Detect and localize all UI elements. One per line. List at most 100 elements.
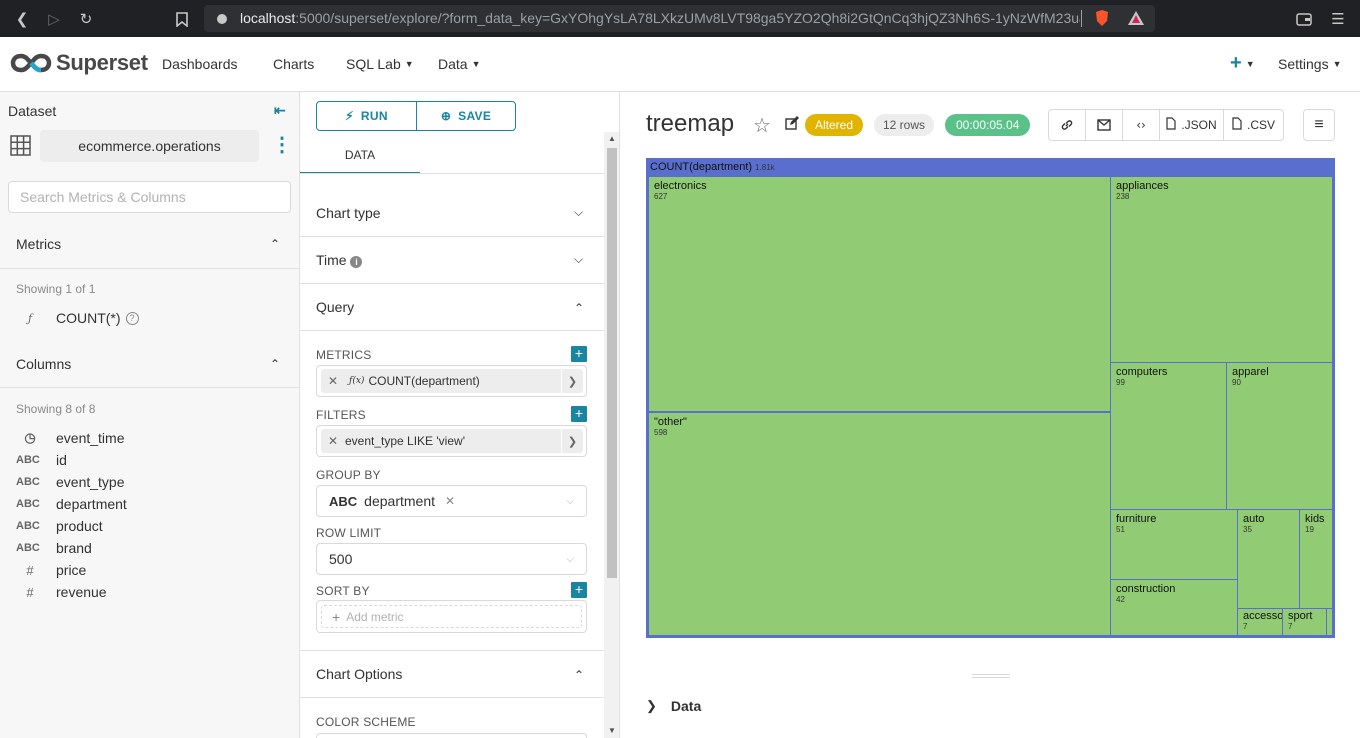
edit-icon[interactable] — [785, 116, 799, 134]
embed-code-icon[interactable]: ‹› — [1123, 110, 1160, 140]
metrics-header[interactable]: Metrics — [16, 236, 61, 252]
treemap-node[interactable]: electronics 627 — [648, 176, 1111, 412]
treemap-node[interactable]: accessories 7 — [1237, 608, 1283, 636]
plus-icon: + — [332, 608, 341, 625]
dataset-name[interactable]: ecommerce.operations — [40, 130, 259, 162]
query-section[interactable]: Query — [316, 299, 354, 315]
wallet-icon[interactable] — [1294, 9, 1314, 29]
treemap-node[interactable]: apparel 90 — [1226, 362, 1333, 510]
metric-item[interactable]: ƒ COUNT(*) ? — [16, 308, 139, 328]
nav-data[interactable]: Data ▼ — [438, 56, 481, 72]
forward-icon[interactable]: ▷ — [44, 9, 64, 29]
nav-charts[interactable]: Charts — [273, 56, 314, 72]
groupby-select[interactable]: ABC department ✕ ⌵ — [316, 485, 587, 517]
treemap-node-label: accessories — [1243, 610, 1283, 622]
treemap-node[interactable]: appliances 238 — [1110, 176, 1333, 363]
chevron-down-icon[interactable]: ⌵ — [574, 252, 583, 267]
time-section[interactable]: Time i — [316, 252, 363, 268]
chart-type-section[interactable]: Chart type — [316, 205, 381, 221]
filter-pill[interactable]: ✕ event_type LIKE 'view' ❯ — [321, 429, 583, 453]
chevron-right-icon[interactable]: ❯ — [561, 429, 583, 453]
reload-icon[interactable]: ↻ — [76, 9, 96, 29]
column-name: id — [56, 452, 67, 468]
treemap-root-name: COUNT(department) — [650, 161, 753, 173]
column-item-revenue[interactable]: # revenue — [16, 582, 106, 602]
treemap-node[interactable]: auto 35 — [1237, 509, 1300, 609]
brave-shield-icon[interactable] — [1092, 8, 1112, 28]
email-icon[interactable] — [1086, 110, 1123, 140]
chevron-up-icon[interactable]: ⌃ — [574, 668, 584, 682]
dataset-menu-icon[interactable]: ⋮ — [272, 132, 292, 157]
chevron-right-icon: ❯ — [646, 698, 657, 713]
superset-logo[interactable]: Superset — [10, 50, 148, 75]
add-metric-placeholder[interactable]: + Add metric — [321, 605, 582, 628]
add-sort-icon[interactable]: + — [571, 582, 587, 598]
brave-rewards-icon[interactable] — [1126, 8, 1146, 28]
metric-pill[interactable]: ✕ ƒ(x) COUNT(department) ❯ — [321, 369, 583, 393]
chevron-up-icon[interactable]: ⌃ — [574, 301, 584, 315]
settings-menu[interactable]: Settings ▼ — [1278, 56, 1342, 72]
export-json-button[interactable]: .JSON — [1160, 110, 1224, 140]
link-icon[interactable] — [1049, 110, 1086, 140]
altered-badge[interactable]: Altered — [805, 114, 864, 136]
treemap-node[interactable]: furniture 51 — [1110, 509, 1238, 580]
treemap-node[interactable]: computers 99 — [1110, 362, 1227, 510]
rowlimit-value: 500 — [329, 551, 353, 567]
control-panel: ⚡︎ RUN ⊕ SAVE DATA ▲ ▼ Chart type ⌵ Time i… — [300, 92, 620, 738]
remove-icon[interactable]: ✕ — [321, 434, 345, 448]
scroll-down-icon[interactable]: ▼ — [608, 726, 616, 735]
chart-title[interactable]: treemap — [646, 110, 734, 138]
filter-pill-label: event_type LIKE 'view' — [345, 434, 465, 448]
column-item-id[interactable]: ABC id — [16, 450, 67, 470]
color-scheme-select[interactable] — [316, 733, 587, 738]
time-label: Time — [316, 252, 347, 268]
caret-down-icon: ▼ — [1332, 59, 1342, 69]
new-item-button[interactable]: + ▼ — [1230, 52, 1255, 75]
column-item-price[interactable]: # price — [16, 560, 86, 580]
add-filter-icon[interactable]: + — [571, 406, 587, 422]
rowlimit-select[interactable]: 500 ⌵ — [316, 543, 587, 575]
run-button[interactable]: ⚡︎ RUN — [316, 101, 417, 131]
info-icon[interactable]: i — [350, 256, 363, 268]
column-item-product[interactable]: ABC product — [16, 516, 103, 536]
treemap-node[interactable]: "other" 598 — [648, 412, 1111, 636]
save-button[interactable]: ⊕ SAVE — [416, 101, 516, 131]
bookmark-icon[interactable] — [172, 9, 192, 29]
star-icon[interactable]: ☆ — [753, 113, 771, 138]
chart-options-section[interactable]: Chart Options — [316, 666, 402, 682]
browser-menu-icon[interactable]: ☰ — [1328, 9, 1348, 29]
control-panel-scrollbar[interactable]: ▲ ▼ — [604, 132, 619, 738]
export-csv-button[interactable]: .CSV — [1224, 110, 1283, 140]
chevron-up-icon[interactable]: ⌃ — [270, 237, 280, 251]
back-icon[interactable]: ❮ — [12, 9, 32, 29]
scroll-thumb[interactable] — [607, 148, 617, 578]
site-info-icon[interactable] — [212, 9, 232, 29]
column-item-department[interactable]: ABC department — [16, 494, 127, 514]
nav-dashboards[interactable]: Dashboards — [162, 56, 238, 72]
remove-icon[interactable]: ✕ — [321, 374, 345, 388]
column-item-event-time[interactable]: ◷ event_time — [16, 428, 124, 448]
data-section-toggle[interactable]: ❯ Data — [646, 698, 701, 714]
resize-handle[interactable] — [972, 674, 1010, 678]
column-item-event-type[interactable]: ABC event_type — [16, 472, 125, 492]
nav-sqllab[interactable]: SQL Lab ▼ — [346, 56, 414, 72]
chevron-right-icon[interactable]: ❯ — [561, 369, 583, 393]
treemap-node[interactable]: sport 7 — [1282, 608, 1327, 636]
chevron-down-icon[interactable]: ⌵ — [574, 205, 583, 220]
tab-data[interactable]: DATA — [300, 137, 420, 174]
treemap-node[interactable]: kids 19 — [1299, 509, 1333, 609]
collapse-panel-icon[interactable]: ⇤ — [274, 102, 286, 119]
column-item-brand[interactable]: ABC brand — [16, 538, 92, 558]
add-metric-icon[interactable]: + — [571, 346, 587, 362]
remove-icon[interactable]: ✕ — [445, 494, 455, 508]
scroll-up-icon[interactable]: ▲ — [608, 134, 616, 143]
chart-menu-icon[interactable]: ≡ — [1303, 109, 1335, 141]
treemap-node[interactable]: construction 42 — [1110, 579, 1238, 636]
search-metrics-columns-input[interactable]: Search Metrics & Columns — [8, 181, 291, 213]
address-bar[interactable]: localhost:5000/superset/explore/?form_da… — [204, 5, 1155, 32]
treemap-chart[interactable]: COUNT(department) 1.81k electronics 627 "… — [646, 158, 1335, 638]
columns-header[interactable]: Columns — [16, 356, 71, 372]
help-icon[interactable]: ? — [125, 311, 139, 325]
chevron-up-icon[interactable]: ⌃ — [270, 357, 280, 371]
treemap-node-small[interactable] — [1326, 608, 1333, 636]
